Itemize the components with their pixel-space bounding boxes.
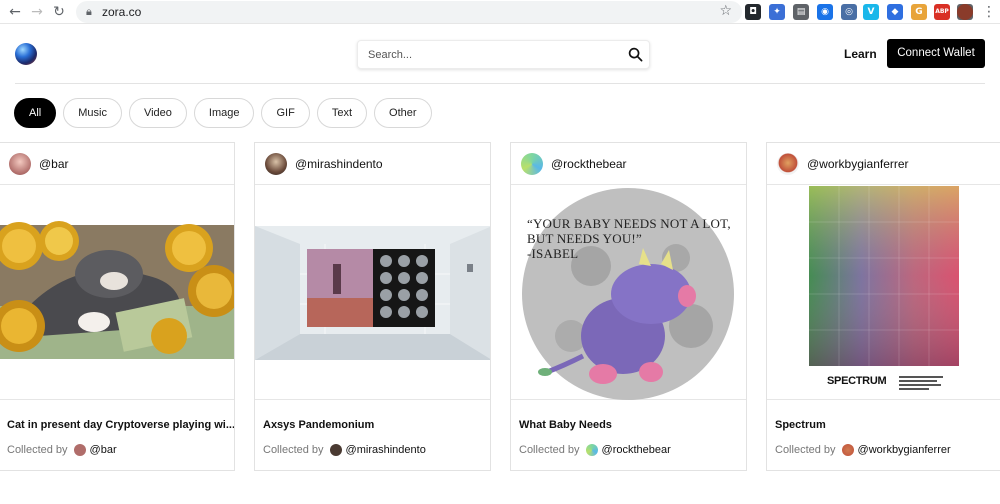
search-box[interactable] (357, 40, 650, 69)
adblock-icon[interactable]: ABP (934, 4, 950, 20)
browser-toolbar: ← → ↻ 🔒︎ zora.co ☆ ◘✦▤◉◎V◆GABP✚ ⋮ (0, 0, 1000, 24)
nft-card[interactable]: @bar Cat in present day Cryptoverse play… (0, 142, 235, 471)
bookmark-star-icon[interactable]: ☆ (719, 3, 732, 19)
nft-media[interactable]: “YOUR BABY NEEDS NOT A LOT, BUT NEEDS YO… (511, 186, 746, 400)
nft-media[interactable] (0, 186, 234, 400)
nft-card[interactable]: @mirashindento Axsys Pandemonium Collect… (254, 142, 491, 471)
extension-4-icon[interactable]: ◉ (817, 4, 833, 20)
collected-by: Collected by @bar (7, 444, 117, 456)
nft-title[interactable]: Spectrum (775, 419, 826, 431)
cat-crypto-artwork (0, 221, 234, 359)
forward-arrow-icon[interactable]: → (28, 3, 46, 21)
header-divider (15, 83, 985, 84)
card-header: @workbygianferrer (767, 143, 1000, 185)
filter-video[interactable]: Video (128, 98, 187, 128)
search-input[interactable] (368, 46, 618, 64)
avatar[interactable] (521, 153, 543, 175)
collected-by: Collected by @rockthebear (519, 444, 671, 456)
collector-handle[interactable]: @bar (90, 444, 117, 456)
back-arrow-icon[interactable]: ← (6, 3, 24, 21)
collected-by: Collected by @mirashindento (263, 444, 426, 456)
zora-logo[interactable] (15, 43, 37, 65)
card-header: @rockthebear (511, 143, 746, 185)
profile-avatar-icon[interactable] (957, 4, 973, 20)
extension-2-icon[interactable]: ✦ (769, 4, 785, 20)
creator-handle[interactable]: @rockthebear (551, 157, 627, 171)
creator-handle[interactable]: @workbygianferrer (807, 157, 909, 171)
nft-title[interactable]: Cat in present day Cryptoverse playing w… (7, 419, 234, 431)
creator-handle[interactable]: @mirashindento (295, 157, 383, 171)
nft-card[interactable]: @workbygianferrer SPECTRUM Spectrum Coll… (766, 142, 1000, 471)
spectrum-artwork (809, 186, 959, 390)
extension-3-icon[interactable]: ▤ (793, 4, 809, 20)
collected-by-label: Collected by (263, 444, 324, 456)
collector-handle[interactable]: @rockthebear (602, 444, 671, 456)
menu-kebab-icon[interactable]: ⋮ (980, 3, 998, 21)
creator-handle[interactable]: @bar (39, 157, 69, 171)
extension-7-icon[interactable]: ◆ (887, 4, 903, 20)
avatar[interactable] (777, 153, 799, 175)
collector-avatar[interactable] (585, 444, 598, 456)
reload-icon[interactable]: ↻ (50, 3, 68, 21)
nft-title[interactable]: What Baby Needs (519, 419, 612, 431)
room-scans-artwork (255, 226, 490, 360)
filter-tabs: All Music Video Image GIF Text Other (14, 98, 432, 128)
filter-image[interactable]: Image (193, 98, 255, 128)
collected-by-label: Collected by (775, 444, 836, 456)
lock-icon: 🔒︎ (86, 5, 92, 18)
vimeo-icon[interactable]: V (863, 4, 879, 20)
card-header: @bar (0, 143, 234, 185)
collector-avatar[interactable] (841, 444, 854, 456)
connect-wallet-button[interactable]: Connect Wallet (887, 39, 985, 68)
filter-music[interactable]: Music (63, 98, 122, 128)
nft-media[interactable]: SPECTRUM (767, 186, 1000, 400)
address-bar[interactable]: 🔒︎ zora.co ☆ (76, 1, 742, 23)
filter-all[interactable]: All (14, 98, 57, 128)
collector-handle[interactable]: @workbygianferrer (858, 444, 951, 456)
collector-avatar[interactable] (329, 444, 342, 456)
avatar[interactable] (9, 153, 31, 175)
avatar[interactable] (265, 153, 287, 175)
learn-link[interactable]: Learn (844, 47, 877, 61)
nft-card[interactable]: @rockthebear “YOUR BABY NEEDS NOT A LOT,… (510, 142, 747, 471)
filter-text[interactable]: Text (316, 98, 368, 128)
nft-title[interactable]: Axsys Pandemonium (263, 419, 374, 431)
filter-gif[interactable]: GIF (261, 98, 310, 128)
artwork-caption: SPECTRUM (827, 375, 887, 387)
collected-by-label: Collected by (7, 444, 68, 456)
url-text: zora.co (102, 5, 142, 19)
collector-avatar[interactable] (73, 444, 86, 456)
collected-by-label: Collected by (519, 444, 580, 456)
card-header: @mirashindento (255, 143, 490, 185)
extension-5-icon[interactable]: ◎ (841, 4, 857, 20)
nft-media[interactable] (255, 186, 490, 400)
extension-8-icon[interactable]: G (911, 4, 927, 20)
extension-1-icon[interactable]: ◘ (745, 4, 761, 20)
collected-by: Collected by @workbygianferrer (775, 444, 951, 456)
collector-handle[interactable]: @mirashindento (346, 444, 426, 456)
search-icon[interactable] (628, 47, 643, 62)
filter-other[interactable]: Other (374, 98, 432, 128)
artwork-quote: “YOUR BABY NEEDS NOT A LOT, BUT NEEDS YO… (527, 216, 731, 261)
